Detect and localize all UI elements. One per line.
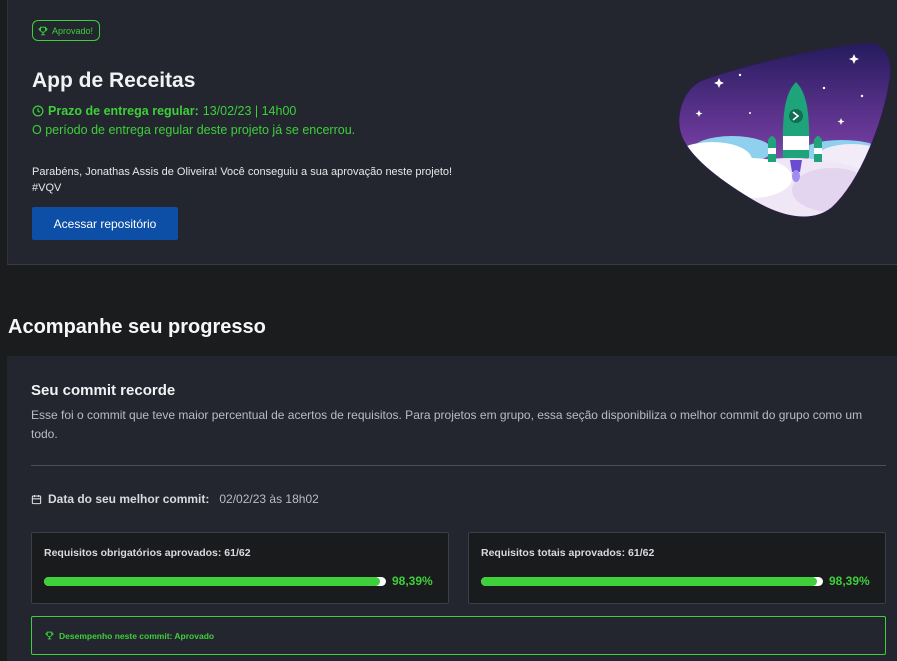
rocket-illustration	[677, 41, 892, 219]
project-title: App de Receitas	[32, 69, 196, 92]
total-requirements-box: Requisitos totais aprovados: 61/62 98,39…	[468, 532, 886, 604]
total-percent: 98,39%	[829, 574, 870, 588]
project-card: Aprovado! App de Receitas Prazo de entre…	[7, 0, 897, 265]
congrats-line: Parabéns, Jonathas Assis de Oliveira! Vo…	[32, 166, 453, 178]
total-progress-bar	[481, 577, 823, 586]
congrats-hashtag: #VQV	[32, 182, 62, 194]
record-title: Seu commit recorde	[31, 382, 176, 399]
approved-badge-label: Aprovado!	[52, 25, 94, 36]
congrats-message: Parabéns, Jonathas Assis de Oliveira! Vo…	[32, 164, 452, 196]
deadline-value: 13/02/23 | 14h00	[202, 104, 297, 118]
mandatory-requirements-box: Requisitos obrigatórios aprovados: 61/62…	[31, 532, 449, 604]
access-repository-button[interactable]: Acessar repositório	[32, 207, 178, 240]
mandatory-progress-bar	[44, 577, 386, 586]
trophy-icon	[45, 631, 54, 640]
deadline-label: Prazo de entrega regular:	[48, 104, 199, 118]
progress-card: Seu commit recorde Esse foi o commit que…	[7, 356, 897, 661]
trophy-icon	[38, 26, 48, 35]
mandatory-percent: 98,39%	[392, 574, 433, 588]
performance-status: Desempenho neste commit: Aprovado	[31, 616, 886, 655]
calendar-icon	[31, 494, 42, 504]
section-title: Acompanhe seu progresso	[8, 316, 266, 338]
clock-icon	[32, 105, 44, 117]
total-requirements-label: Requisitos totais aprovados: 61/62	[481, 547, 655, 559]
mandatory-progress-fill	[44, 577, 381, 586]
performance-label: Desempenho neste commit: Aprovado	[59, 630, 215, 641]
deadline: Prazo de entrega regular: 13/02/23 | 14h…	[32, 104, 296, 118]
deadline-note: O período de entrega regular deste proje…	[32, 123, 356, 137]
best-commit-value: 02/02/23 às 18h02	[219, 492, 319, 506]
best-commit-label: Data do seu melhor commit:	[48, 492, 210, 506]
record-description: Esse foi o commit que teve maior percent…	[31, 408, 863, 441]
mandatory-requirements-label: Requisitos obrigatórios aprovados: 61/62	[44, 547, 251, 559]
divider	[31, 465, 886, 466]
best-commit-date: Data do seu melhor commit: 02/02/23 às 1…	[31, 492, 319, 506]
total-progress-fill	[481, 577, 818, 586]
approved-badge: Aprovado!	[32, 20, 101, 41]
